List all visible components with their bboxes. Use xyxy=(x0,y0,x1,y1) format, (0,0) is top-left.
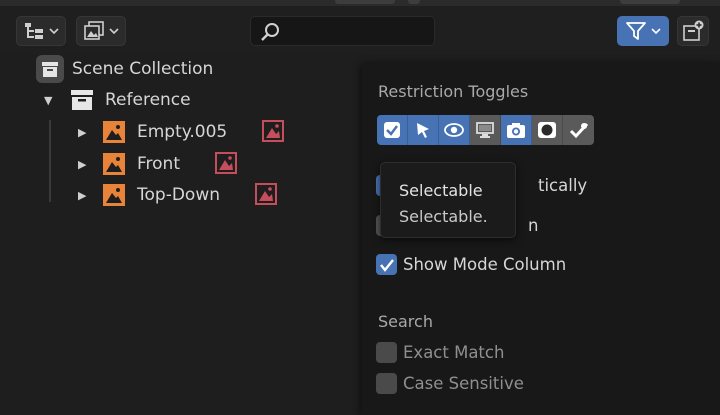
tree-row-reference[interactable]: Reference xyxy=(70,85,191,115)
new-collection-button[interactable] xyxy=(677,16,709,46)
toggle-indirect-only[interactable] xyxy=(563,115,594,145)
expand-arrow-right-icon[interactable]: ▶ xyxy=(78,158,86,171)
checkbox[interactable] xyxy=(376,373,397,394)
option-label: n xyxy=(528,216,539,235)
outliner-header xyxy=(0,6,720,54)
option-label: Case Sensitive xyxy=(403,374,524,393)
funnel-icon xyxy=(626,22,646,40)
toggle-disable-in-viewports[interactable] xyxy=(470,115,501,145)
holdout-icon xyxy=(538,122,556,138)
toggle-selectable[interactable] xyxy=(408,115,439,145)
collection-icon xyxy=(71,90,93,110)
image-data-icon[interactable] xyxy=(262,120,284,142)
option-case-sensitive[interactable]: Case Sensitive xyxy=(376,373,524,394)
tooltip-title: Selectable xyxy=(399,181,483,200)
option-show-mode-column[interactable]: Show Mode Column xyxy=(376,254,566,275)
scroll-segment xyxy=(408,0,420,4)
checkbox-icon xyxy=(384,122,400,138)
option-label: Exact Match xyxy=(403,343,505,362)
scroll-segment xyxy=(620,0,680,4)
new-collection-icon xyxy=(683,20,704,41)
image-data-icon[interactable] xyxy=(215,152,237,174)
checkbox[interactable] xyxy=(376,342,397,363)
expand-arrow-right-icon[interactable]: ▶ xyxy=(78,126,86,139)
image-stack-icon xyxy=(84,21,104,40)
filter-type-dropdown[interactable] xyxy=(76,16,126,46)
outliner-tree-icon xyxy=(25,23,43,39)
expand-arrow-down-icon[interactable]: ▼ xyxy=(44,94,52,107)
item-label: Top-Down xyxy=(137,185,220,205)
scene-collection-label: Scene Collection xyxy=(72,59,214,79)
option-label: Show Mode Column xyxy=(403,255,567,274)
image-empty-icon xyxy=(103,121,125,143)
search-icon xyxy=(261,23,279,41)
checkbox[interactable] xyxy=(376,254,397,275)
image-empty-icon xyxy=(103,153,125,175)
tooltip-description: Selectable. xyxy=(399,207,488,226)
tree-row-item-2[interactable]: Top-Down xyxy=(102,180,220,210)
tree-indent-line xyxy=(49,120,51,202)
chevron-down-icon xyxy=(651,28,661,35)
scene-collection-icon xyxy=(36,55,64,83)
display-mode-dropdown[interactable] xyxy=(16,16,66,46)
tooltip: Selectable Selectable. xyxy=(380,162,516,238)
toggle-disable-in-renders[interactable] xyxy=(501,115,532,145)
chevron-down-icon xyxy=(109,28,119,35)
search-input[interactable] xyxy=(250,16,435,46)
indirect-only-icon xyxy=(569,122,588,139)
filter-popover: Restriction Toggles tically n Show Mode … xyxy=(362,62,720,415)
option-exact-match[interactable]: Exact Match xyxy=(376,342,504,363)
collection-label: Reference xyxy=(105,90,191,110)
search-heading: Search xyxy=(378,312,433,331)
item-label: Front xyxy=(137,154,180,174)
image-empty-icon xyxy=(103,184,125,206)
tree-row-item-0[interactable]: Empty.005 xyxy=(102,117,227,147)
tree-row-item-1[interactable]: Front xyxy=(102,149,180,179)
expand-arrow-right-icon[interactable]: ▶ xyxy=(78,189,86,202)
camera-icon xyxy=(507,123,525,138)
eye-icon xyxy=(444,123,464,137)
cursor-arrow-icon xyxy=(417,123,429,138)
restriction-toggles-heading: Restriction Toggles xyxy=(378,82,529,101)
filter-popover-button[interactable] xyxy=(617,16,669,46)
chevron-down-icon xyxy=(49,28,59,35)
outliner-tree: Scene Collection ▼ Reference ▶ Empty.005… xyxy=(0,54,360,415)
scroll-segment xyxy=(335,0,395,4)
toggle-holdout[interactable] xyxy=(532,115,563,145)
item-label: Empty.005 xyxy=(137,122,228,142)
checkmark-icon xyxy=(379,258,394,272)
tree-row-scene-collection[interactable]: Scene Collection xyxy=(36,54,213,84)
toggle-hide-in-viewport[interactable] xyxy=(439,115,470,145)
option-label: tically xyxy=(538,176,588,195)
toggle-exclude-checkbox[interactable] xyxy=(377,115,408,145)
image-data-icon[interactable] xyxy=(255,183,277,205)
restriction-toggle-group xyxy=(377,115,594,145)
monitor-icon xyxy=(476,122,494,138)
